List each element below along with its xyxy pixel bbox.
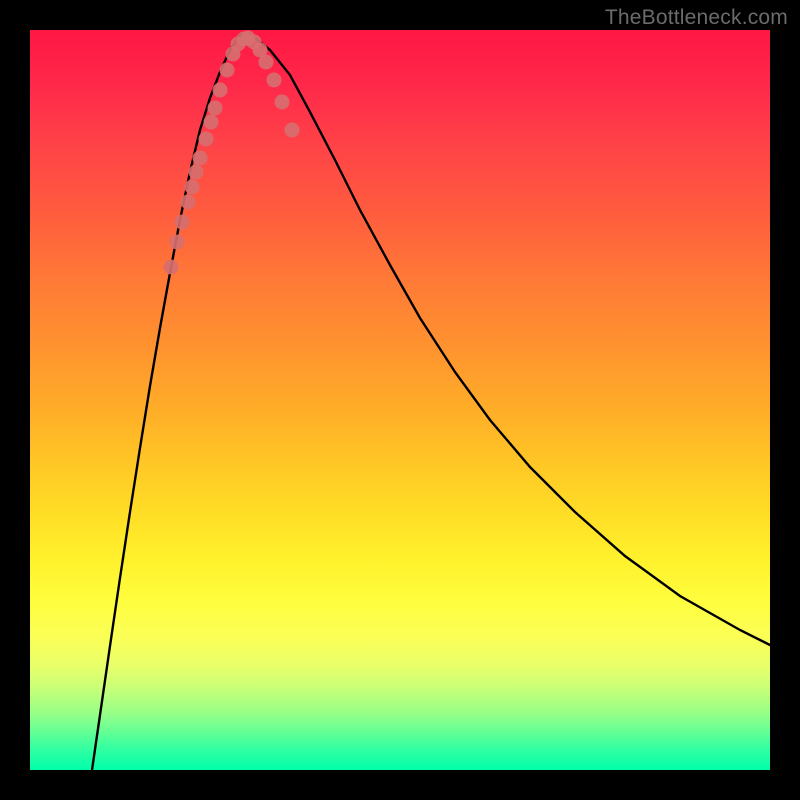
data-marker	[170, 235, 185, 250]
plot-area	[30, 30, 770, 770]
data-marker	[185, 180, 200, 195]
data-marker	[213, 83, 228, 98]
data-marker	[204, 115, 219, 130]
marker-group	[164, 31, 300, 275]
curve-left-branch	[92, 35, 240, 770]
data-marker	[220, 63, 235, 78]
data-marker	[259, 55, 274, 70]
data-marker	[285, 123, 300, 138]
data-marker	[267, 73, 282, 88]
data-marker	[275, 95, 290, 110]
data-marker	[199, 132, 214, 147]
curve-group	[92, 35, 770, 770]
data-marker	[193, 151, 208, 166]
chart-frame: TheBottleneck.com	[0, 0, 800, 800]
data-marker	[164, 260, 179, 275]
watermark-text: TheBottleneck.com	[605, 6, 788, 30]
data-marker	[189, 165, 204, 180]
data-marker	[181, 195, 196, 210]
curve-right-branch	[240, 35, 770, 645]
curve-layer	[30, 30, 770, 770]
data-marker	[175, 215, 190, 230]
data-marker	[208, 101, 223, 116]
